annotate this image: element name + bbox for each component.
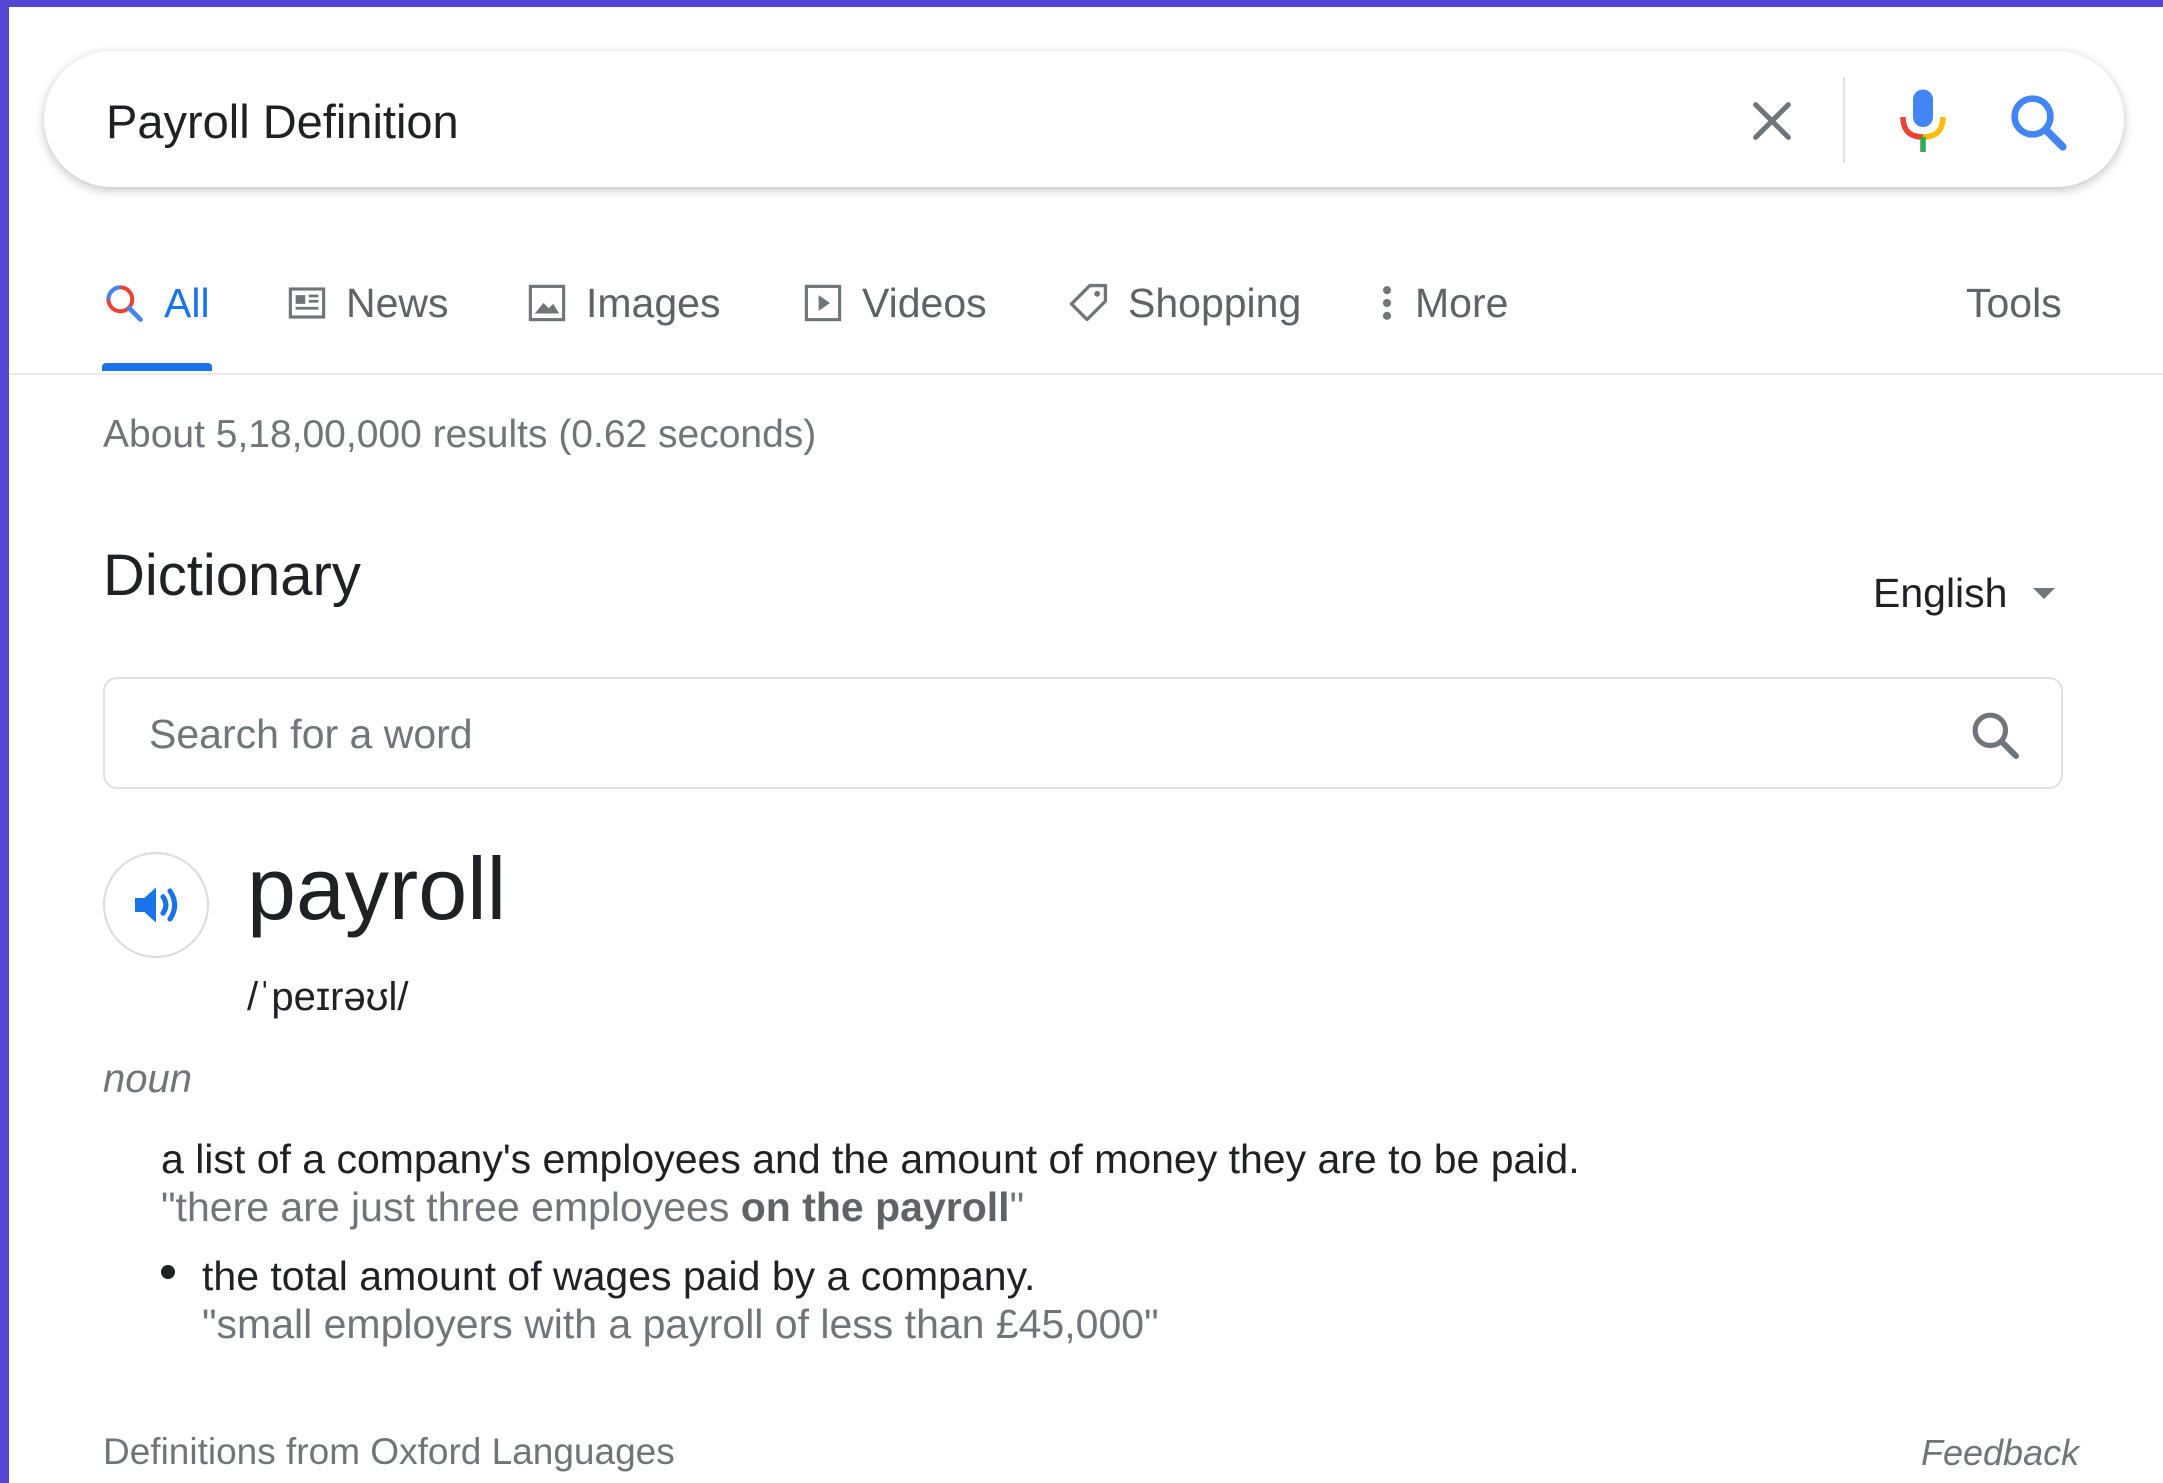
search-icon (106, 285, 143, 322)
search-bar-divider (1843, 77, 1845, 163)
list-bullet (161, 1265, 175, 1279)
dictionary-title: Dictionary (103, 543, 361, 608)
tab-news[interactable]: News (286, 273, 449, 333)
active-tab-indicator (102, 363, 212, 371)
tabs-divider (9, 373, 2163, 375)
tab-shopping[interactable]: Shopping (1066, 273, 1301, 333)
example-highlight: on the payroll (740, 1184, 1010, 1230)
dropdown-arrow-icon (2033, 588, 2056, 599)
vertical-dots-icon (1382, 286, 1392, 320)
search-query-input[interactable]: Payroll Definition (106, 89, 459, 155)
definition-2: the total amount of wages paid by a comp… (202, 1252, 2062, 1348)
language-label: English (1873, 570, 2008, 616)
tab-images[interactable]: Images (526, 273, 720, 333)
search-icon (2011, 95, 2067, 151)
tools-button[interactable]: Tools (1966, 273, 2062, 333)
result-stats: About 5,18,00,000 results (0.62 seconds) (103, 413, 817, 456)
definition-example: "small employers with a payroll of less … (202, 1301, 1159, 1347)
voice-search-button[interactable] (1893, 87, 1953, 157)
dictionary-source: Definitions from Oxford Languages (103, 1431, 675, 1472)
search-icon (1972, 712, 2020, 760)
tab-news-label: News (346, 279, 449, 326)
pronunciation-audio-button[interactable] (103, 852, 209, 958)
tab-videos-label: Videos (862, 279, 987, 326)
news-icon (288, 287, 326, 319)
feedback-link[interactable]: Feedback (1921, 1432, 2079, 1474)
tab-shopping-label: Shopping (1128, 279, 1302, 326)
language-dropdown[interactable]: English (1873, 570, 2056, 617)
tools-label: Tools (1966, 279, 2062, 326)
word-search-button[interactable] (1967, 707, 2023, 763)
search-button[interactable] (2005, 89, 2071, 155)
speaker-icon (135, 887, 178, 923)
headword: payroll (247, 839, 507, 938)
tab-all-label: All (164, 279, 210, 326)
part-of-speech: noun (103, 1057, 192, 1101)
clear-search-button[interactable] (1744, 93, 1800, 149)
tab-images-label: Images (586, 279, 721, 326)
word-search-box (103, 677, 2063, 789)
definition-example: "there are just three employees on the p… (161, 1184, 1025, 1230)
image-icon (528, 284, 566, 322)
tag-icon (1069, 283, 1108, 322)
tab-more[interactable]: More (1377, 273, 1508, 333)
tab-videos[interactable]: Videos (802, 273, 987, 333)
definition-1: a list of a company's employees and the … (161, 1135, 2061, 1231)
tab-all[interactable]: All (102, 273, 210, 333)
word-search-input[interactable] (147, 679, 1931, 789)
definition-text: the total amount of wages paid by a comp… (202, 1253, 1036, 1299)
microphone-icon (1900, 89, 1946, 152)
phonetic-spelling: /ˈpeɪrəʊl/ (247, 975, 409, 1019)
close-icon (1753, 102, 1791, 140)
definition-text: a list of a company's employees and the … (161, 1136, 1580, 1182)
play-icon (804, 284, 842, 322)
tab-more-label: More (1415, 279, 1509, 326)
